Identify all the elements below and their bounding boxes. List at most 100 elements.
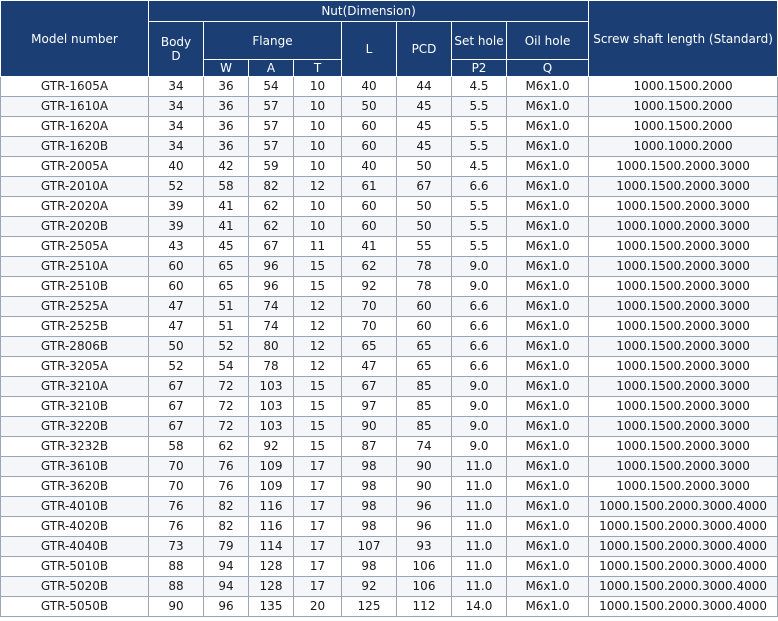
cell-set-hole-p2: 6.6 [451, 316, 507, 337]
cell-model: GTR-4040B [0, 536, 149, 557]
cell-model: GTR-2525B [0, 316, 149, 337]
cell-screw-shaft-length: 1000.1500.2000.3000 [588, 196, 778, 217]
cell-l: 107 [341, 536, 397, 557]
cell-body-d: 50 [148, 336, 204, 357]
cell-body-d: 52 [148, 176, 204, 197]
cell-body-d: 67 [148, 396, 204, 417]
cell-body-d: 67 [148, 416, 204, 437]
cell-screw-shaft-length: 1000.1500.2000.3000 [588, 376, 778, 397]
cell-flange-a: 116 [248, 516, 294, 537]
cell-model: GTR-1605A [0, 76, 149, 97]
cell-set-hole-p2: 5.5 [451, 236, 507, 257]
cell-flange-w: 52 [203, 336, 249, 357]
cell-model: GTR-2525A [0, 296, 149, 317]
cell-flange-w: 36 [203, 136, 249, 157]
cell-pcd: 67 [396, 176, 452, 197]
cell-pcd: 50 [396, 196, 452, 217]
cell-screw-shaft-length: 1000.1500.2000.3000 [588, 296, 778, 317]
cell-oil-hole-q: M6x1.0 [505, 256, 590, 277]
cell-screw-shaft-length: 1000.1500.2000.3000.4000 [588, 516, 778, 537]
cell-body-d: 34 [148, 96, 204, 117]
cell-l: 98 [341, 456, 397, 477]
spec-table: Model number Nut(Dimension) Screw shaft … [0, 0, 778, 617]
cell-l: 92 [341, 576, 397, 597]
cell-model: GTR-3610B [0, 456, 149, 477]
cell-pcd: 50 [396, 216, 452, 237]
table-row: GTR-2806B 50 52 80 12 65 65 6.6 M6x1.0 1000.1500.… [0, 336, 778, 357]
cell-flange-w: 36 [203, 116, 249, 137]
table-row: GTR-3620B 70 76 109 17 98 90 11.0 M6x1.0 1000.150… [0, 476, 778, 497]
cell-oil-hole-q: M6x1.0 [505, 96, 590, 117]
cell-flange-a: 67 [248, 236, 294, 257]
cell-flange-a: 62 [248, 216, 294, 237]
cell-pcd: 55 [396, 236, 452, 257]
cell-set-hole-p2: 6.6 [451, 336, 507, 357]
cell-screw-shaft-length: 1000.1500.2000.3000.4000 [588, 576, 778, 597]
cell-model: GTR-3232B [0, 436, 149, 457]
cell-screw-shaft-length: 1000.1500.2000.3000 [588, 336, 778, 357]
cell-body-d: 76 [148, 516, 204, 537]
cell-pcd: 106 [396, 556, 452, 577]
cell-flange-w: 51 [203, 316, 249, 337]
cell-set-hole-p2: 9.0 [451, 376, 507, 397]
cell-screw-shaft-length: 1000.1500.2000.3000 [588, 316, 778, 337]
cell-model: GTR-2010A [0, 176, 149, 197]
cell-flange-t: 12 [293, 356, 342, 377]
cell-screw-shaft-length: 1000.1500.2000.3000.4000 [588, 536, 778, 557]
cell-model: GTR-5050B [0, 596, 149, 617]
table-header: Model number Nut(Dimension) Screw shaft … [0, 0, 778, 77]
cell-l: 125 [341, 596, 397, 617]
cell-set-hole-p2: 11.0 [451, 456, 507, 477]
cell-screw-shaft-length: 1000.1500.2000.3000 [588, 456, 778, 477]
cell-model: GTR-2505A [0, 236, 149, 257]
cell-oil-hole-q: M6x1.0 [505, 576, 590, 597]
cell-set-hole-p2: 6.6 [451, 296, 507, 317]
cell-body-d: 73 [148, 536, 204, 557]
table-row: GTR-3610B 70 76 109 17 98 90 11.0 M6x1.0 1000.150… [0, 456, 778, 477]
cell-model: GTR-3205A [0, 356, 149, 377]
cell-oil-hole-q: M6x1.0 [505, 436, 590, 457]
cell-body-d: 47 [148, 316, 204, 337]
cell-flange-w: 58 [203, 176, 249, 197]
cell-flange-t: 12 [293, 296, 342, 317]
cell-flange-w: 82 [203, 496, 249, 517]
cell-flange-a: 74 [248, 316, 294, 337]
table-row: GTR-2020B 39 41 62 10 60 50 5.5 M6x1.0 1000.1000.… [0, 216, 778, 237]
table-row: GTR-2020A 39 41 62 10 60 50 5.5 M6x1.0 1000.1500.… [0, 196, 778, 217]
cell-pcd: 78 [396, 256, 452, 277]
table-row: GTR-1605A 34 36 54 10 40 44 4.5 M6x1.0 1000.1500.… [0, 76, 778, 97]
cell-screw-shaft-length: 1000.1500.2000.3000 [588, 416, 778, 437]
table-row: GTR-4020B 76 82 116 17 98 96 11.0 M6x1.0 1000.150… [0, 516, 778, 537]
header-flange: Flange [203, 21, 342, 60]
cell-flange-a: 128 [248, 556, 294, 577]
cell-flange-t: 12 [293, 316, 342, 337]
cell-oil-hole-q: M6x1.0 [505, 376, 590, 397]
cell-screw-shaft-length: 1000.1500.2000.3000 [588, 176, 778, 197]
cell-l: 60 [341, 136, 397, 157]
cell-screw-shaft-length: 1000.1500.2000.3000 [588, 156, 778, 177]
cell-pcd: 50 [396, 156, 452, 177]
cell-set-hole-p2: 5.5 [451, 96, 507, 117]
cell-model: GTR-3210A [0, 376, 149, 397]
cell-set-hole-p2: 11.0 [451, 536, 507, 557]
cell-flange-w: 76 [203, 456, 249, 477]
cell-pcd: 85 [396, 416, 452, 437]
cell-flange-a: 57 [248, 136, 294, 157]
table-row: GTR-4010B 76 82 116 17 98 96 11.0 M6x1.0 1000.150… [0, 496, 778, 517]
table-row: GTR-4040B 73 79 114 17 107 93 11.0 M6x1.0 1000.15… [0, 536, 778, 557]
cell-flange-a: 96 [248, 256, 294, 277]
cell-l: 90 [341, 416, 397, 437]
cell-model: GTR-1620B [0, 136, 149, 157]
cell-set-hole-p2: 9.0 [451, 436, 507, 457]
cell-oil-hole-q: M6x1.0 [505, 196, 590, 217]
cell-l: 60 [341, 216, 397, 237]
cell-body-d: 34 [148, 76, 204, 97]
cell-flange-w: 36 [203, 96, 249, 117]
cell-body-d: 39 [148, 196, 204, 217]
cell-oil-hole-q: M6x1.0 [505, 156, 590, 177]
cell-oil-hole-q: M6x1.0 [505, 596, 590, 617]
table-row: GTR-3232B 58 62 92 15 87 74 9.0 M6x1.0 1000.1500.… [0, 436, 778, 457]
cell-flange-w: 72 [203, 396, 249, 417]
cell-flange-a: 109 [248, 456, 294, 477]
cell-body-d: 60 [148, 256, 204, 277]
